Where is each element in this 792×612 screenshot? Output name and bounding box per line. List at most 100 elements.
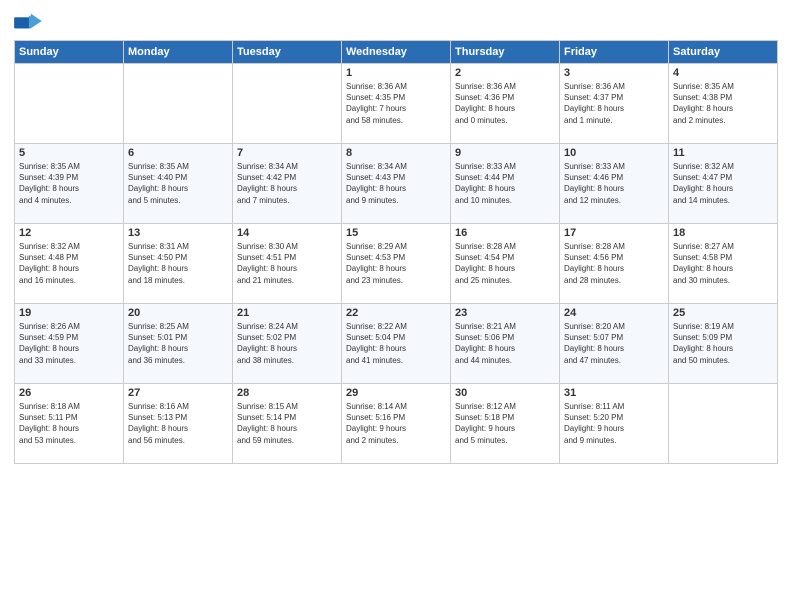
calendar-week-row: 5 Sunrise: 8:35 AM Sunset: 4:39 PM Daylig…: [15, 144, 778, 224]
calendar-cell: 2 Sunrise: 8:36 AM Sunset: 4:36 PM Daylig…: [451, 64, 560, 144]
day-info: Sunrise: 8:22 AM Sunset: 5:04 PM Dayligh…: [346, 321, 446, 366]
calendar-cell: 21 Sunrise: 8:24 AM Sunset: 5:02 PM Dayli…: [233, 304, 342, 384]
calendar-cell: 23Sunrise: 8:21 AM Sunset: 5:06 PM Dayli…: [451, 304, 560, 384]
day-info: Sunrise: 8:24 AM Sunset: 5:02 PM Dayligh…: [237, 321, 337, 366]
day-number: 23: [455, 307, 555, 319]
calendar-cell: 27 Sunrise: 8:16 AM Sunset: 5:13 PM Dayli…: [124, 384, 233, 464]
calendar-body: 1 Sunrise: 8:36 AM Sunset: 4:35 PM Daylig…: [15, 64, 778, 464]
day-info: Sunrise: 8:33 AM Sunset: 4:46 PM Dayligh…: [564, 161, 664, 206]
weekday-header-cell: Wednesday: [342, 41, 451, 64]
day-number: 17: [564, 227, 664, 239]
calendar-cell: 30 Sunrise: 8:12 AM Sunset: 5:18 PM Dayli…: [451, 384, 560, 464]
day-number: 2: [455, 67, 555, 79]
calendar-cell: 25 Sunrise: 8:19 AM Sunset: 5:09 PM Dayli…: [669, 304, 778, 384]
calendar-container: SundayMondayTuesdayWednesdayThursdayFrid…: [0, 0, 792, 612]
day-info: Sunrise: 8:34 AM Sunset: 4:42 PM Dayligh…: [237, 161, 337, 206]
calendar-cell: 20 Sunrise: 8:25 AM Sunset: 5:01 PM Dayli…: [124, 304, 233, 384]
calendar-cell: 19 Sunrise: 8:26 AM Sunset: 4:59 PM Dayli…: [15, 304, 124, 384]
calendar-week-row: 19 Sunrise: 8:26 AM Sunset: 4:59 PM Dayli…: [15, 304, 778, 384]
day-info: Sunrise: 8:34 AM Sunset: 4:43 PM Dayligh…: [346, 161, 446, 206]
day-number: 11: [673, 147, 773, 159]
calendar-cell: 3 Sunrise: 8:36 AM Sunset: 4:37 PM Daylig…: [560, 64, 669, 144]
day-info: Sunrise: 8:16 AM Sunset: 5:13 PM Dayligh…: [128, 401, 228, 446]
day-info: Sunrise: 8:27 AM Sunset: 4:58 PM Dayligh…: [673, 241, 773, 286]
weekday-header-cell: Sunday: [15, 41, 124, 64]
calendar-cell: 1 Sunrise: 8:36 AM Sunset: 4:35 PM Daylig…: [342, 64, 451, 144]
calendar-cell: [233, 64, 342, 144]
day-number: 13: [128, 227, 228, 239]
calendar-cell: 18 Sunrise: 8:27 AM Sunset: 4:58 PM Dayli…: [669, 224, 778, 304]
day-number: 20: [128, 307, 228, 319]
calendar-week-row: 1 Sunrise: 8:36 AM Sunset: 4:35 PM Daylig…: [15, 64, 778, 144]
day-info: Sunrise: 8:25 AM Sunset: 5:01 PM Dayligh…: [128, 321, 228, 366]
day-number: 6: [128, 147, 228, 159]
calendar-cell: 8 Sunrise: 8:34 AM Sunset: 4:43 PM Daylig…: [342, 144, 451, 224]
day-info: Sunrise: 8:35 AM Sunset: 4:38 PM Dayligh…: [673, 81, 773, 126]
logo-icon: [14, 10, 42, 32]
day-info: Sunrise: 8:18 AM Sunset: 5:11 PM Dayligh…: [19, 401, 119, 446]
weekday-header-cell: Tuesday: [233, 41, 342, 64]
day-info: Sunrise: 8:26 AM Sunset: 4:59 PM Dayligh…: [19, 321, 119, 366]
day-info: Sunrise: 8:14 AM Sunset: 5:16 PM Dayligh…: [346, 401, 446, 446]
day-number: 27: [128, 387, 228, 399]
calendar-header: [14, 10, 778, 32]
calendar-cell: 4 Sunrise: 8:35 AM Sunset: 4:38 PM Daylig…: [669, 64, 778, 144]
calendar-cell: 10 Sunrise: 8:33 AM Sunset: 4:46 PM Dayli…: [560, 144, 669, 224]
calendar-cell: [669, 384, 778, 464]
day-info: Sunrise: 8:36 AM Sunset: 4:35 PM Dayligh…: [346, 81, 446, 126]
day-number: 4: [673, 67, 773, 79]
day-info: Sunrise: 8:12 AM Sunset: 5:18 PM Dayligh…: [455, 401, 555, 446]
day-info: Sunrise: 8:32 AM Sunset: 4:48 PM Dayligh…: [19, 241, 119, 286]
calendar-cell: 5 Sunrise: 8:35 AM Sunset: 4:39 PM Daylig…: [15, 144, 124, 224]
day-number: 12: [19, 227, 119, 239]
day-number: 22: [346, 307, 446, 319]
calendar-cell: 7 Sunrise: 8:34 AM Sunset: 4:42 PM Daylig…: [233, 144, 342, 224]
day-number: 5: [19, 147, 119, 159]
day-info: Sunrise: 8:30 AM Sunset: 4:51 PM Dayligh…: [237, 241, 337, 286]
day-number: 1: [346, 67, 446, 79]
logo: [14, 10, 46, 32]
day-info: Sunrise: 8:28 AM Sunset: 4:56 PM Dayligh…: [564, 241, 664, 286]
calendar-cell: 11 Sunrise: 8:32 AM Sunset: 4:47 PM Dayli…: [669, 144, 778, 224]
calendar-cell: 6 Sunrise: 8:35 AM Sunset: 4:40 PM Daylig…: [124, 144, 233, 224]
day-number: 21: [237, 307, 337, 319]
calendar-week-row: 12 Sunrise: 8:32 AM Sunset: 4:48 PM Dayli…: [15, 224, 778, 304]
day-number: 3: [564, 67, 664, 79]
day-number: 29: [346, 387, 446, 399]
day-info: Sunrise: 8:32 AM Sunset: 4:47 PM Dayligh…: [673, 161, 773, 206]
day-info: Sunrise: 8:35 AM Sunset: 4:39 PM Dayligh…: [19, 161, 119, 206]
day-info: Sunrise: 8:28 AM Sunset: 4:54 PM Dayligh…: [455, 241, 555, 286]
calendar-cell: [15, 64, 124, 144]
day-info: Sunrise: 8:29 AM Sunset: 4:53 PM Dayligh…: [346, 241, 446, 286]
day-info: Sunrise: 8:33 AM Sunset: 4:44 PM Dayligh…: [455, 161, 555, 206]
day-number: 19: [19, 307, 119, 319]
day-number: 25: [673, 307, 773, 319]
calendar-cell: [124, 64, 233, 144]
calendar-cell: 28Sunrise: 8:15 AM Sunset: 5:14 PM Dayli…: [233, 384, 342, 464]
day-number: 14: [237, 227, 337, 239]
calendar-week-row: 26 Sunrise: 8:18 AM Sunset: 5:11 PM Dayli…: [15, 384, 778, 464]
day-number: 26: [19, 387, 119, 399]
day-info: Sunrise: 8:36 AM Sunset: 4:36 PM Dayligh…: [455, 81, 555, 126]
calendar-cell: 22 Sunrise: 8:22 AM Sunset: 5:04 PM Dayli…: [342, 304, 451, 384]
day-info: Sunrise: 8:36 AM Sunset: 4:37 PM Dayligh…: [564, 81, 664, 126]
day-info: Sunrise: 8:19 AM Sunset: 5:09 PM Dayligh…: [673, 321, 773, 366]
day-number: 16: [455, 227, 555, 239]
day-number: 8: [346, 147, 446, 159]
weekday-header-cell: Thursday: [451, 41, 560, 64]
day-info: Sunrise: 8:35 AM Sunset: 4:40 PM Dayligh…: [128, 161, 228, 206]
day-number: 15: [346, 227, 446, 239]
day-number: 18: [673, 227, 773, 239]
day-number: 7: [237, 147, 337, 159]
day-info: Sunrise: 8:20 AM Sunset: 5:07 PM Dayligh…: [564, 321, 664, 366]
day-number: 30: [455, 387, 555, 399]
day-number: 28: [237, 387, 337, 399]
calendar-cell: 31Sunrise: 8:11 AM Sunset: 5:20 PM Dayli…: [560, 384, 669, 464]
day-info: Sunrise: 8:31 AM Sunset: 4:50 PM Dayligh…: [128, 241, 228, 286]
day-number: 31: [564, 387, 664, 399]
day-number: 10: [564, 147, 664, 159]
weekday-header-cell: Saturday: [669, 41, 778, 64]
weekday-header-row: SundayMondayTuesdayWednesdayThursdayFrid…: [15, 41, 778, 64]
calendar-table: SundayMondayTuesdayWednesdayThursdayFrid…: [14, 40, 778, 464]
calendar-cell: 17 Sunrise: 8:28 AM Sunset: 4:56 PM Dayli…: [560, 224, 669, 304]
